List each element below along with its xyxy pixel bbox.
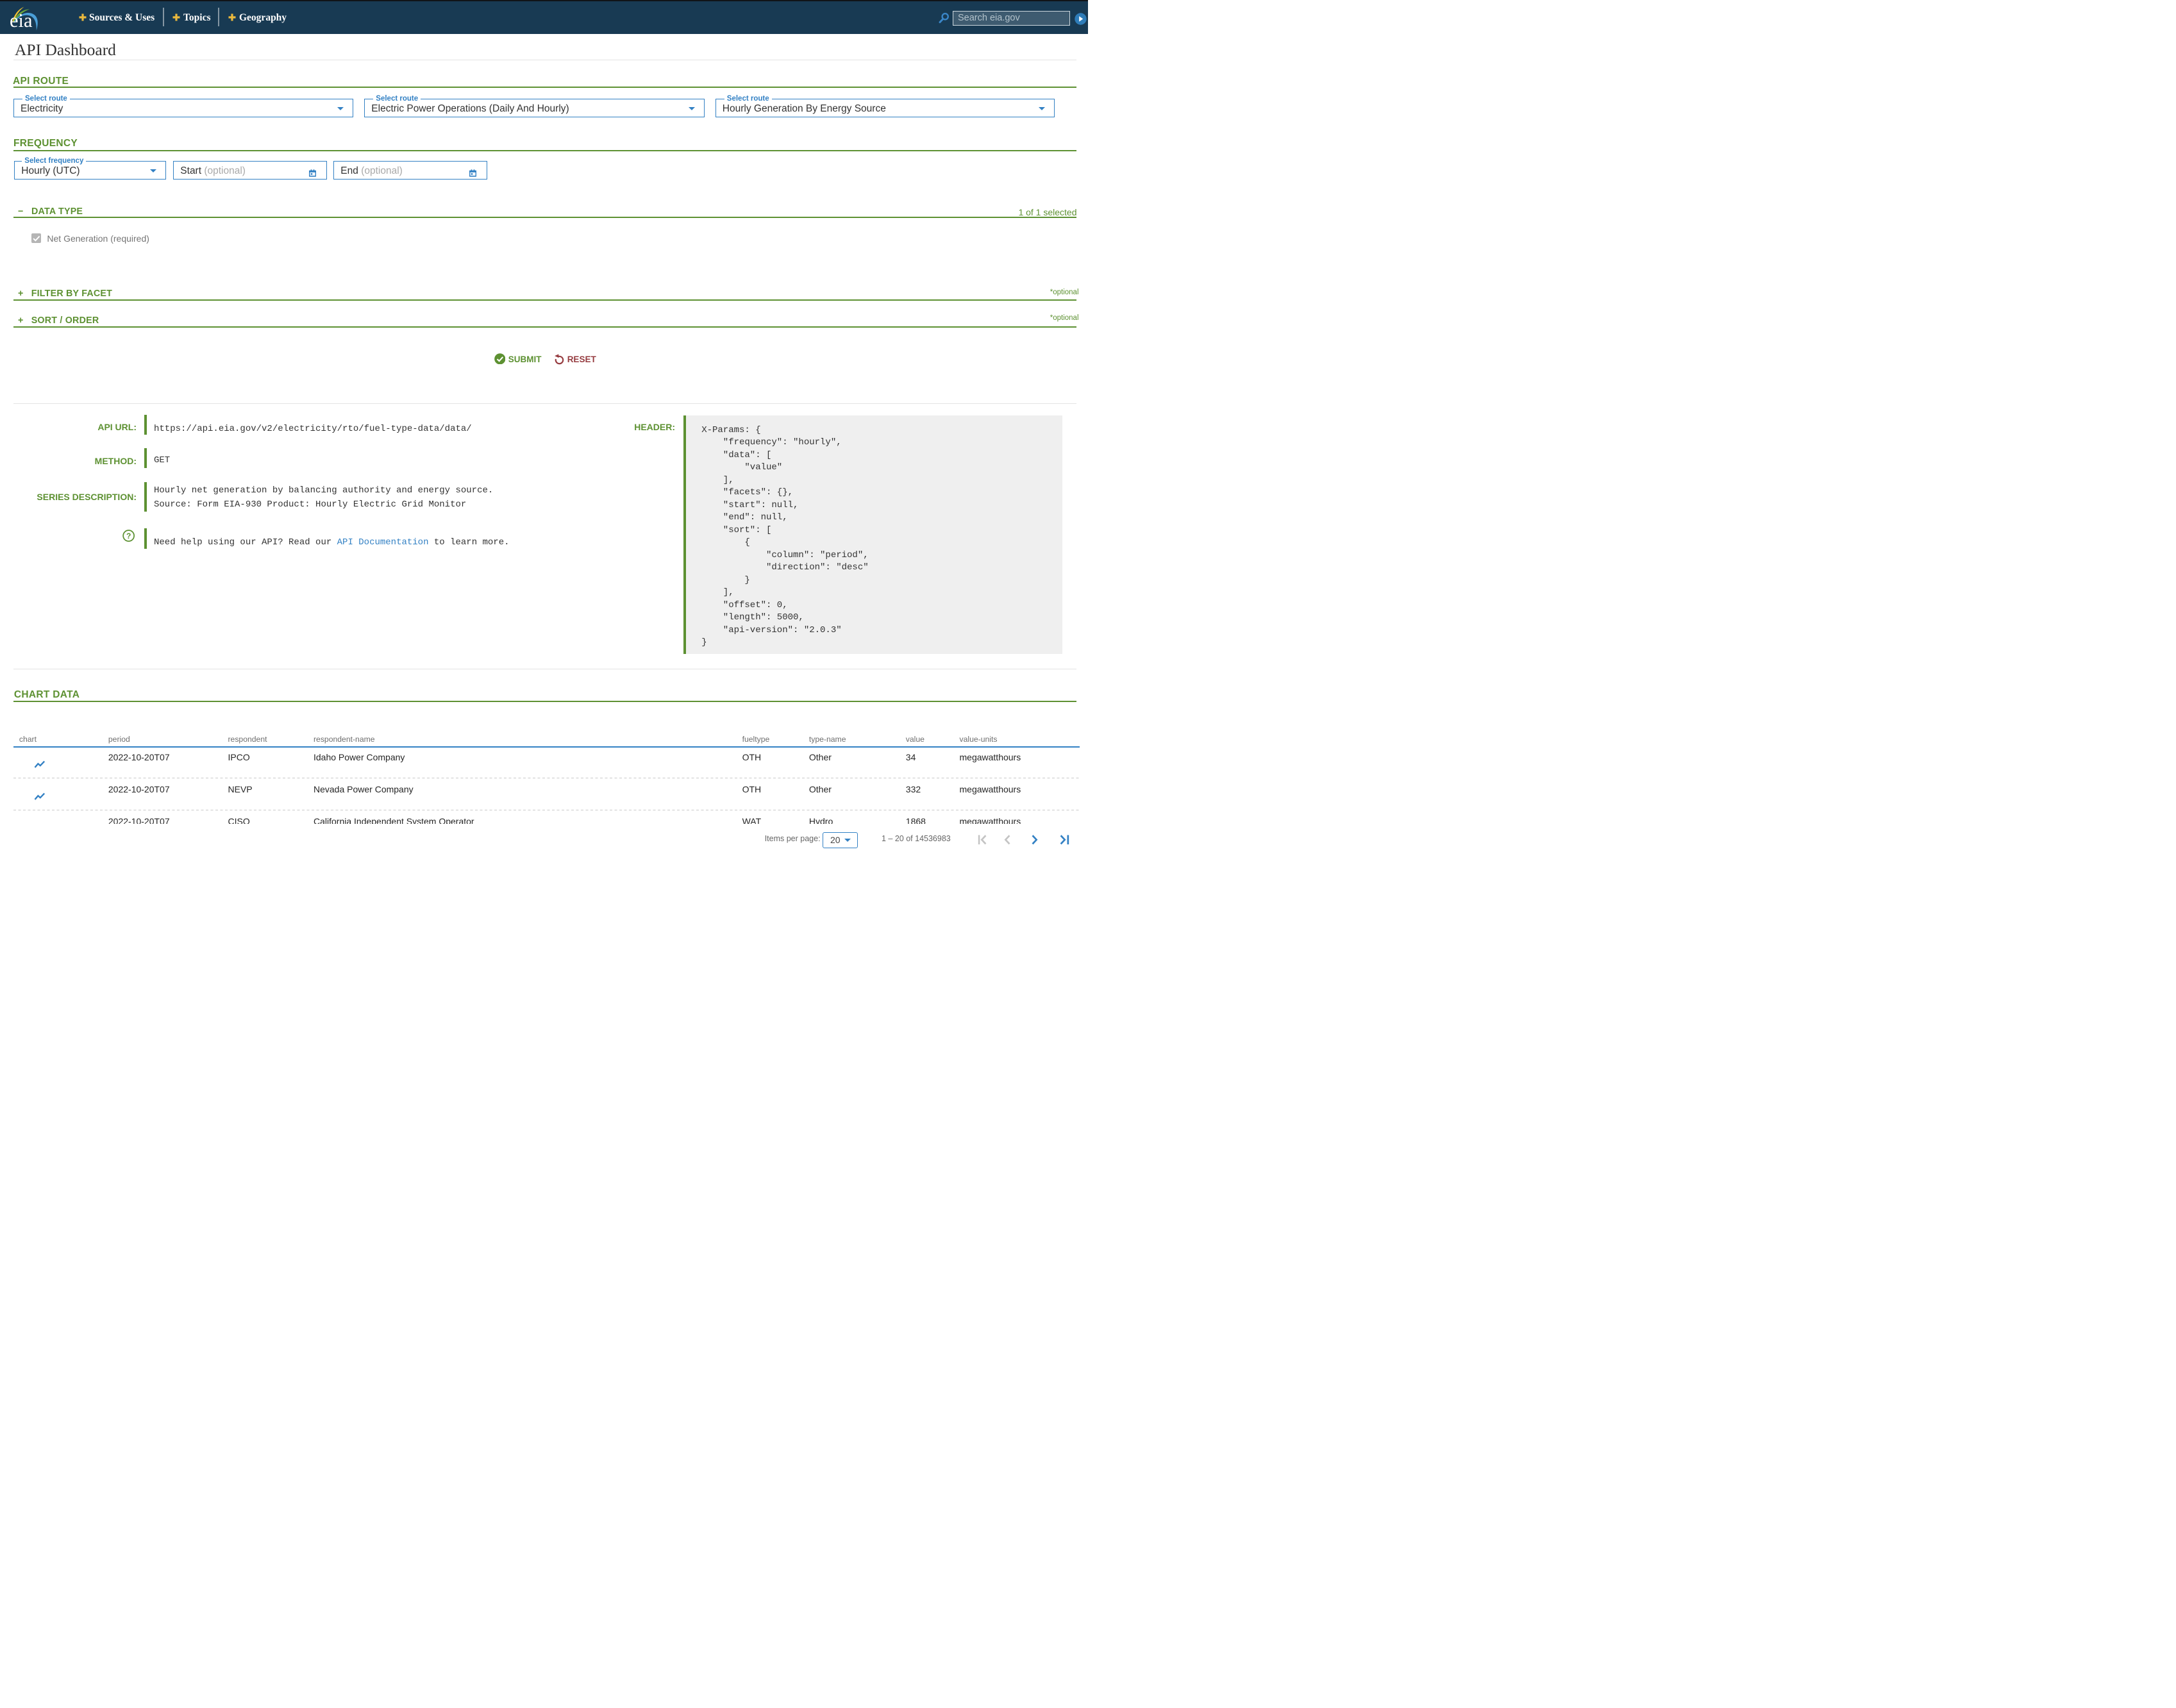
svg-text:?: ? [126,532,131,540]
svg-text:eia: eia [10,10,33,31]
